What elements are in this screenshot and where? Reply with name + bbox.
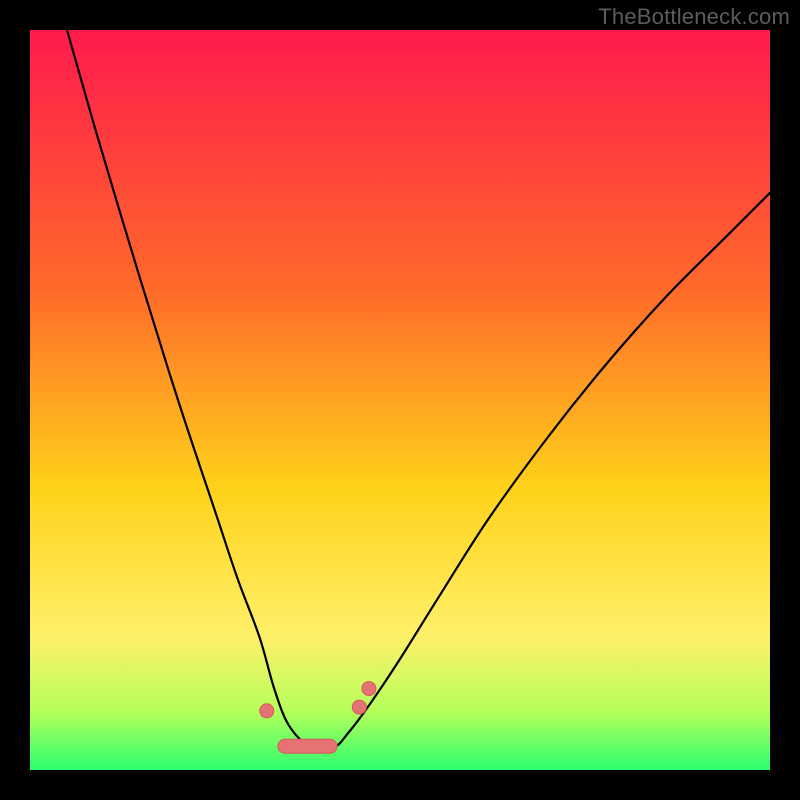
trough-dot-marker [352, 700, 366, 714]
trough-bar-marker [278, 739, 337, 753]
chart-frame: TheBottleneck.com [0, 0, 800, 800]
trough-dot-marker [362, 682, 376, 696]
trough-dot-marker [260, 704, 274, 718]
bottleneck-chart [30, 30, 770, 770]
watermark-text: TheBottleneck.com [598, 4, 790, 30]
